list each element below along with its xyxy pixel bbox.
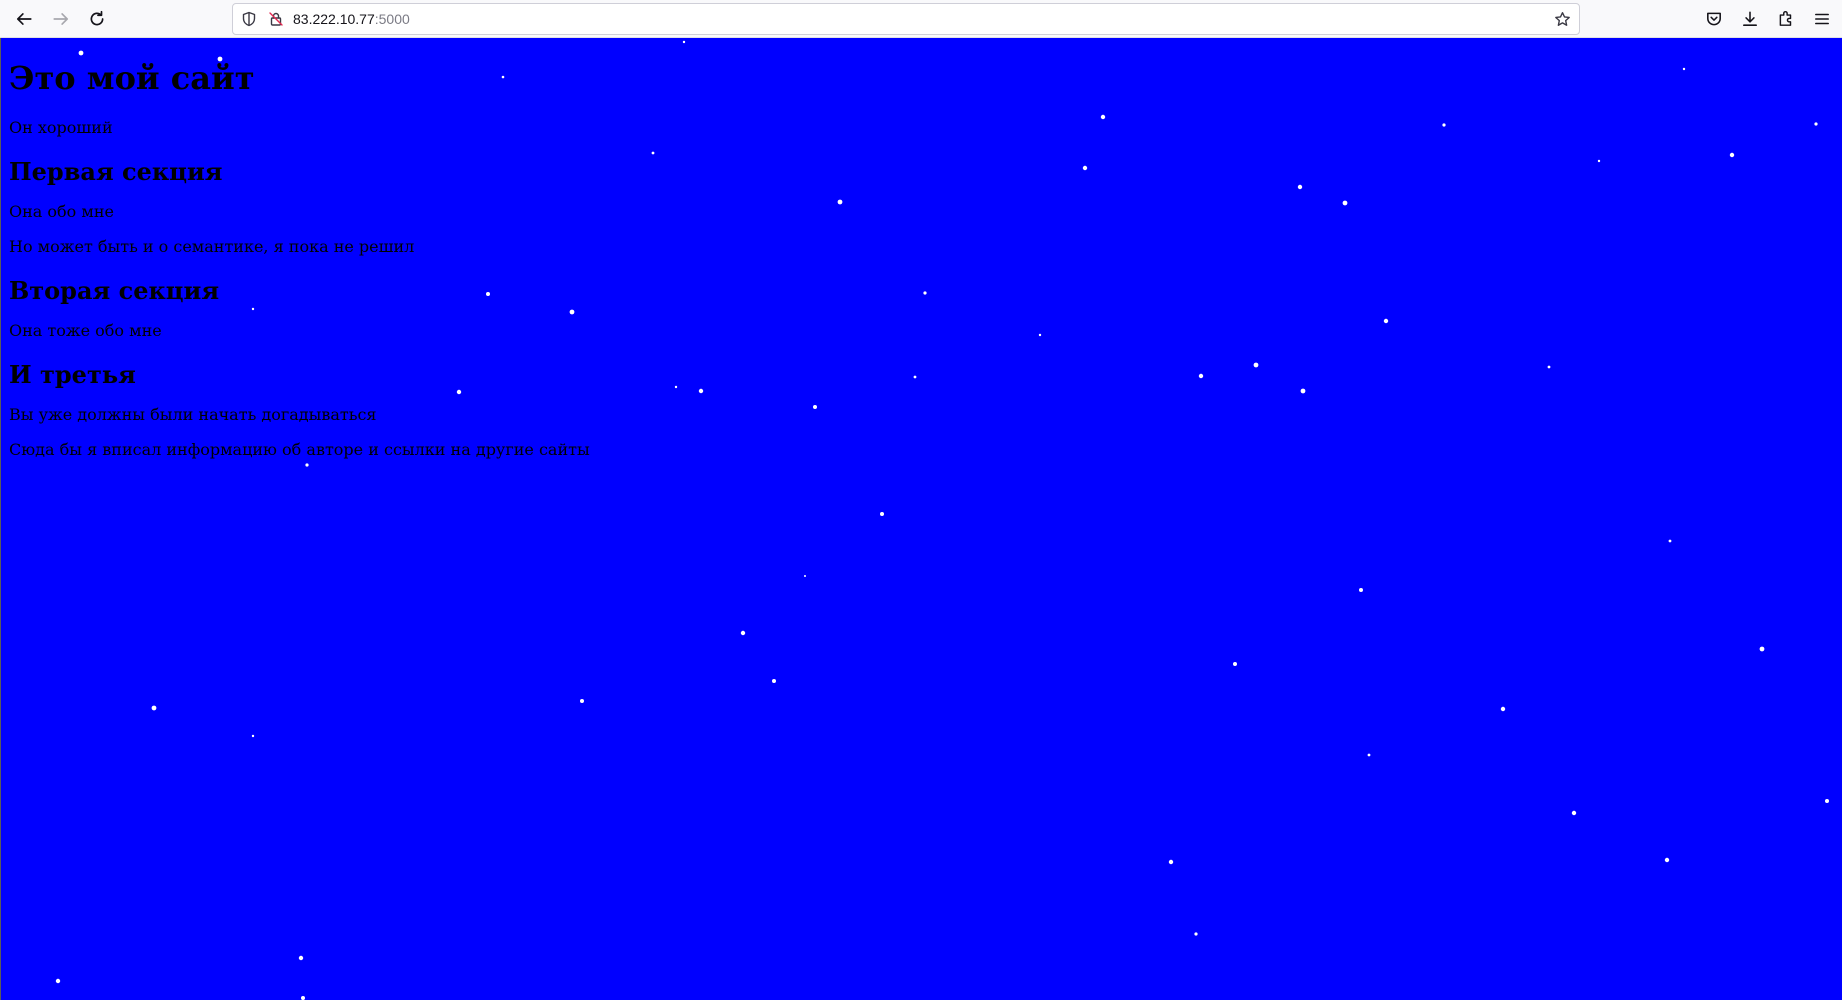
page-viewport: Это мой сайт Он хороший Первая секция Он… xyxy=(0,38,1842,1000)
section-heading: И третья xyxy=(9,360,136,389)
star-dot xyxy=(151,705,157,711)
extensions-button[interactable] xyxy=(1772,5,1800,33)
star-dot xyxy=(772,679,776,683)
downloads-button[interactable] xyxy=(1736,5,1764,33)
star-dot xyxy=(813,405,817,409)
star-dot xyxy=(1571,810,1577,816)
section-paragraph: Она обо мне xyxy=(9,202,114,221)
download-icon xyxy=(1743,11,1757,26)
star-dot xyxy=(1342,200,1348,206)
star-dot xyxy=(1825,799,1829,803)
star-dot xyxy=(1198,373,1204,379)
star-dot xyxy=(651,151,655,155)
page-footer: Сюда бы я вписал информацию об авторе и … xyxy=(9,440,590,459)
section-paragraph: Но может быть и о семантике, я пока не р… xyxy=(9,237,415,256)
section-first: Первая секция Она обо мне Но может быть … xyxy=(9,157,590,256)
star-dot xyxy=(55,978,61,984)
url-port: :5000 xyxy=(374,11,410,27)
star-dot xyxy=(682,40,686,44)
footer-text: Сюда бы я вписал информацию об авторе и … xyxy=(9,440,590,459)
star-dot xyxy=(1500,706,1506,712)
site-info-button[interactable] xyxy=(266,9,286,29)
star-dot xyxy=(301,996,305,1000)
arrow-right-icon xyxy=(53,13,69,25)
star-dot xyxy=(1597,159,1601,163)
star-dot xyxy=(1297,184,1303,190)
reload-button[interactable] xyxy=(83,5,111,33)
star-dot xyxy=(1168,859,1174,865)
address-bar[interactable]: 83.222.10.77:5000 xyxy=(232,3,1580,35)
star-dot xyxy=(298,955,304,961)
star-dot xyxy=(1359,588,1363,592)
insecure-lock-icon xyxy=(269,12,283,26)
star-dot xyxy=(1814,122,1818,126)
star-dot xyxy=(674,385,678,389)
star-dot xyxy=(251,734,255,738)
star-dot xyxy=(837,199,843,205)
section-heading: Первая секция xyxy=(9,157,223,186)
star-dot xyxy=(1194,932,1198,936)
pocket-icon xyxy=(1707,12,1721,26)
reload-icon xyxy=(90,10,104,26)
star-dot xyxy=(1233,662,1237,666)
section-second: Вторая секция Она тоже обо мне xyxy=(9,276,590,340)
star-dot xyxy=(804,575,806,577)
forward-button[interactable] xyxy=(47,5,75,33)
star-icon xyxy=(1554,11,1570,26)
url-text[interactable]: 83.222.10.77:5000 xyxy=(293,11,410,27)
app-menu-button[interactable] xyxy=(1808,5,1836,33)
star-dot xyxy=(1547,365,1551,369)
section-paragraph: Она тоже обо мне xyxy=(9,321,162,340)
star-dot xyxy=(1664,857,1670,863)
pocket-button[interactable] xyxy=(1700,5,1728,33)
page-content: Это мой сайт Он хороший Первая секция Он… xyxy=(9,38,590,459)
star-dot xyxy=(1442,123,1446,127)
star-dot xyxy=(880,512,884,516)
section-paragraph: Вы уже должны были начать догадываться xyxy=(9,405,377,424)
star-dot xyxy=(1100,114,1106,120)
star-dot xyxy=(923,291,927,295)
star-dot xyxy=(1253,362,1259,368)
section-third: И третья Вы уже должны были начать догад… xyxy=(9,360,590,424)
star-dot xyxy=(913,375,917,379)
star-dot xyxy=(1383,318,1389,324)
star-dot xyxy=(1367,753,1371,757)
star-dot xyxy=(305,463,309,467)
arrow-left-icon xyxy=(16,13,32,25)
star-dot xyxy=(580,699,584,703)
url-host: 83.222.10.77 xyxy=(293,11,375,27)
star-dot xyxy=(1729,152,1735,158)
star-dot xyxy=(1759,646,1765,652)
shield-icon xyxy=(242,11,256,27)
hamburger-menu-icon xyxy=(1815,13,1829,25)
puzzle-icon xyxy=(1779,11,1792,26)
star-dot xyxy=(698,388,704,394)
star-dot xyxy=(1038,333,1042,337)
star-dot xyxy=(1668,539,1672,543)
back-button[interactable] xyxy=(10,5,38,33)
star-dot xyxy=(1300,388,1306,394)
star-dot xyxy=(740,630,746,636)
tracking-protection-button[interactable] xyxy=(239,9,259,29)
page-title: Это мой сайт xyxy=(9,59,255,97)
bookmark-button[interactable] xyxy=(1551,8,1573,30)
intro-text: Он хороший xyxy=(9,118,113,137)
browser-toolbar: 83.222.10.77:5000 xyxy=(0,0,1842,38)
section-heading: Вторая секция xyxy=(9,276,220,305)
star-dot xyxy=(1082,165,1088,171)
star-dot xyxy=(1682,67,1686,71)
